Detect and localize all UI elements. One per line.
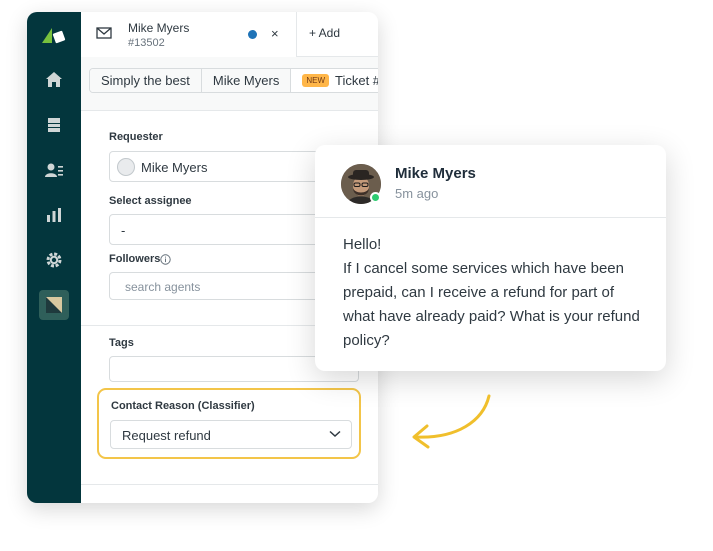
curved-arrow-icon [412, 394, 491, 449]
followers-label: Followers [109, 253, 161, 265]
breadcrumb-requester[interactable]: Mike Myers [201, 69, 292, 92]
tab-requester-name: Mike Myers [128, 21, 190, 35]
contact-reason-highlight: Contact Reason (Classifier) Request refu… [97, 388, 361, 459]
divider [81, 484, 378, 485]
contact-reason-label: Contact Reason (Classifier) [111, 400, 255, 412]
requester-value: Mike Myers [141, 160, 208, 175]
app-icon[interactable] [39, 290, 69, 320]
message-line: prepaid, can I receive a refund for part… [343, 284, 614, 301]
assignee-label: Select assignee [109, 195, 192, 207]
message-line: Hello! [343, 236, 382, 253]
logo-icon [42, 28, 66, 44]
message-card: Mike Myers 5m ago Hello! If I cancel som… [315, 145, 666, 371]
stage: Mike Myers #13502 × + Add Simply the bes… [0, 0, 713, 551]
unread-dot [248, 30, 257, 39]
add-tab-button[interactable]: + Add [309, 26, 340, 40]
chevron-down-icon [329, 430, 341, 438]
breadcrumb: Simply the best Mike Myers NEW Ticket #1 [89, 68, 378, 93]
user-avatar-icon [117, 158, 135, 176]
requester-label: Requester [109, 131, 163, 143]
breadcrumb-ticket[interactable]: NEW Ticket #1 [291, 69, 378, 92]
assignee-value: - [121, 223, 126, 238]
reporting-icon[interactable] [43, 204, 65, 226]
message-author: Mike Myers [395, 165, 476, 182]
message-line: what have already paid? What is your ref… [343, 308, 640, 325]
divider [315, 217, 666, 218]
breadcrumb-ticket-label: Ticket #1 [335, 73, 378, 88]
sidebar [27, 12, 81, 503]
online-status-dot [370, 192, 381, 203]
customers-icon[interactable] [43, 159, 65, 181]
tab-ticket-id: #13502 [128, 37, 165, 49]
close-tab-button[interactable]: × [271, 26, 279, 41]
message-time: 5m ago [395, 186, 439, 201]
info-icon[interactable] [160, 254, 171, 265]
message-line: policy? [343, 332, 390, 349]
message-body: Hello! If I cancel some services which h… [343, 233, 648, 353]
home-icon[interactable] [43, 69, 65, 91]
new-badge: NEW [302, 74, 329, 87]
contact-reason-select[interactable]: Request refund [110, 420, 352, 449]
breadcrumb-organization[interactable]: Simply the best [90, 69, 202, 92]
followers-placeholder: search agents [125, 280, 201, 294]
tags-label: Tags [109, 337, 134, 349]
ticket-tab[interactable]: Mike Myers #13502 × [81, 12, 297, 57]
settings-icon[interactable] [43, 249, 65, 271]
tab-bar: Mike Myers #13502 × + Add [81, 12, 378, 57]
views-icon[interactable] [43, 114, 65, 136]
contact-reason-value: Request refund [122, 428, 211, 443]
mail-icon [96, 27, 112, 39]
message-line: If I cancel some services which have bee… [343, 260, 624, 277]
